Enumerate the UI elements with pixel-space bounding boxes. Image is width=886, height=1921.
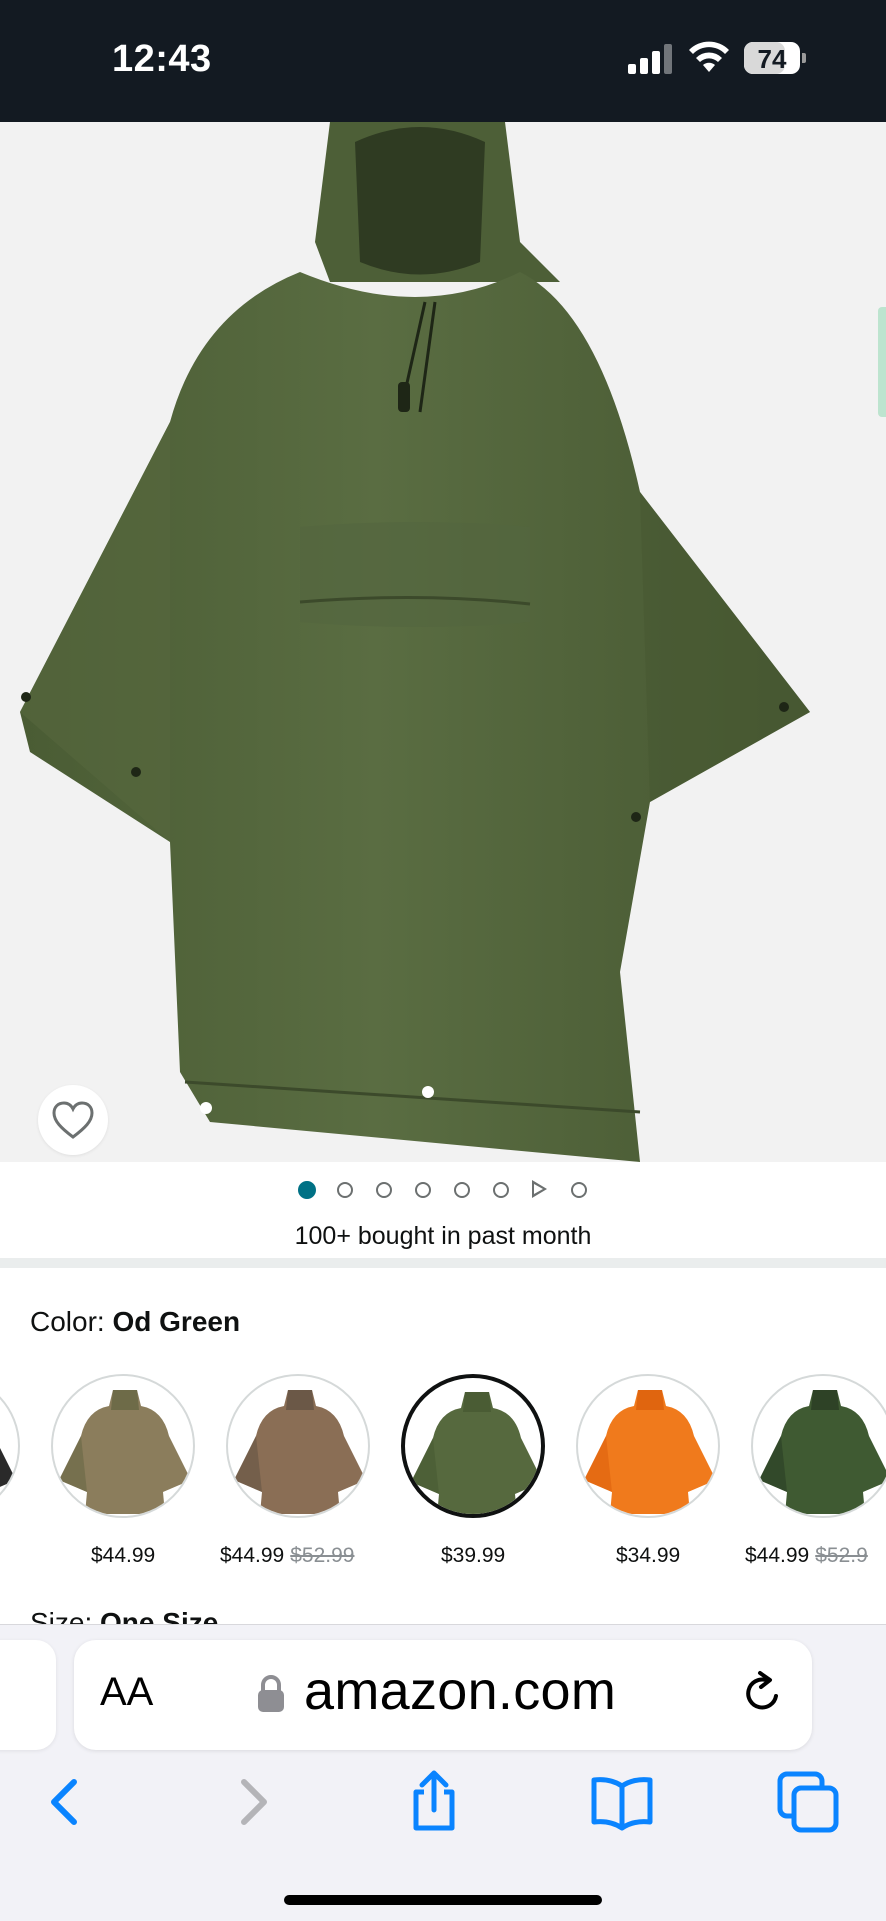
next-image-edge xyxy=(878,307,886,417)
swatch-price: $44.99 $52.9 xyxy=(745,1544,868,1568)
color-value: Od Green xyxy=(112,1306,241,1337)
color-swatches: $44.99 $44.99 $52.99 $39.99 $34.99 $44.99 $52.… xyxy=(0,1374,886,1574)
video-play-icon[interactable] xyxy=(532,1180,547,1198)
wishlist-button[interactable] xyxy=(38,1085,108,1155)
color-swatch-od-green[interactable] xyxy=(401,1374,545,1518)
swatch-price: $34.99 xyxy=(616,1544,680,1568)
lock-icon xyxy=(258,1675,284,1712)
color-swatch-orange[interactable] xyxy=(576,1374,720,1518)
aa-label: AA xyxy=(100,1670,154,1714)
carousel-dot[interactable] xyxy=(337,1182,353,1198)
carousel-dot[interactable] xyxy=(571,1182,587,1198)
color-swatch-black[interactable] xyxy=(0,1374,20,1518)
bookmarks-icon[interactable] xyxy=(590,1770,654,1834)
color-label-prefix: Color: xyxy=(30,1306,105,1337)
heart-icon xyxy=(52,1101,94,1139)
current-price: $39.99 xyxy=(441,1544,506,1567)
home-indicator xyxy=(284,1895,602,1905)
bought-in-past-month: 100+ bought in past month xyxy=(294,1222,592,1250)
status-bar: 12:43 74 xyxy=(0,0,886,122)
color-swatch-desert-camo[interactable] xyxy=(226,1374,370,1518)
carousel-dot[interactable] xyxy=(415,1182,431,1198)
size-label: Size: One Size xyxy=(30,1606,218,1624)
image-carousel-dots xyxy=(0,1176,886,1206)
section-divider xyxy=(0,1258,886,1268)
swatch-price: $39.99 xyxy=(441,1544,505,1568)
carousel-dot[interactable] xyxy=(493,1182,509,1198)
back-icon[interactable] xyxy=(34,1770,98,1834)
signal-icon xyxy=(628,44,672,74)
tabs-icon[interactable] xyxy=(776,1770,840,1834)
url-text[interactable]: amazon.com xyxy=(304,1660,616,1722)
status-time: 12:43 xyxy=(112,38,212,80)
swatch-price: $44.99 $52.99 xyxy=(220,1544,354,1568)
carousel-dot[interactable] xyxy=(298,1181,316,1199)
current-price: $44.99 xyxy=(91,1544,156,1567)
forward-icon[interactable] xyxy=(220,1770,284,1834)
share-icon[interactable] xyxy=(402,1770,466,1834)
previous-tab-preview[interactable] xyxy=(0,1640,56,1750)
battery-level: 74 xyxy=(757,44,787,74)
wifi-icon xyxy=(689,41,729,72)
current-price: $44.99 xyxy=(220,1544,285,1567)
reader-aa-button[interactable]: AA xyxy=(100,1670,153,1715)
color-swatch-multicam[interactable] xyxy=(51,1374,195,1518)
reload-icon[interactable] xyxy=(740,1670,786,1716)
list-price: $52.99 xyxy=(290,1544,355,1567)
poncho-image xyxy=(20,122,810,1162)
color-swatch-woodland-camo[interactable] xyxy=(751,1374,886,1518)
color-label: Color: Od Green xyxy=(30,1306,240,1338)
battery-icon: 74 xyxy=(744,42,806,74)
current-price: $34.99 xyxy=(616,1544,681,1567)
list-price: $52.9 xyxy=(815,1544,868,1567)
carousel-dot[interactable] xyxy=(376,1182,392,1198)
size-value: One Size xyxy=(100,1607,219,1624)
swatch-price: $44.99 xyxy=(91,1544,155,1568)
carousel-dot[interactable] xyxy=(454,1182,470,1198)
product-image[interactable] xyxy=(0,122,886,1162)
size-label-prefix: Size: xyxy=(30,1607,93,1624)
current-price: $44.99 xyxy=(745,1544,810,1567)
